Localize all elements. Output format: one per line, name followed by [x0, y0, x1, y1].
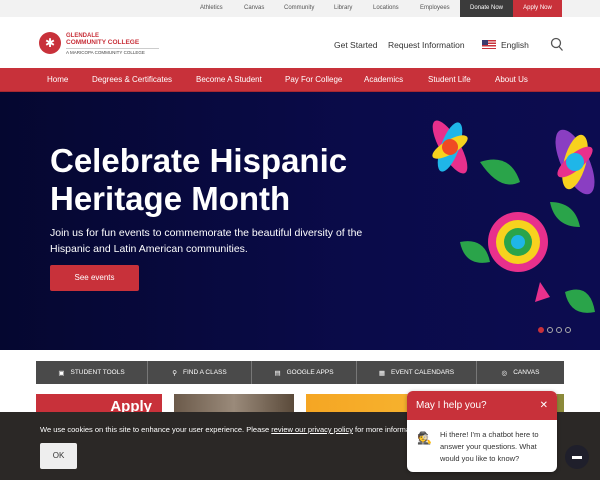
nav-become-student[interactable]: Become A Student [196, 68, 262, 92]
quick-links-bar: ▣ STUDENT TOOLS ⚲ FIND A CLASS ▤ GOOGLE APP… [36, 361, 564, 384]
palm-logo-icon[interactable]: ✱ [39, 32, 61, 54]
privacy-policy-link[interactable]: review our privacy policy [271, 425, 353, 434]
slide-dot-2[interactable] [547, 327, 553, 333]
quick-link-label: STUDENT TOOLS [70, 369, 125, 376]
calendar-icon: ▦ [378, 369, 386, 377]
quick-link-google-apps[interactable]: ▤ GOOGLE APPS [252, 361, 357, 384]
nav-degrees[interactable]: Degrees & Certificates [92, 68, 172, 92]
search-icon: ⚲ [172, 369, 178, 377]
search-icon[interactable] [550, 37, 564, 52]
chat-widget: May I help you? ✕ 🕵 Hi there! I'm a chatb… [407, 391, 557, 472]
quick-link-label: FIND A CLASS [183, 369, 227, 376]
nav-academics[interactable]: Academics [364, 68, 403, 92]
apply-card[interactable]: Apply [36, 394, 162, 414]
quick-link-find-class[interactable]: ⚲ FIND A CLASS [148, 361, 252, 384]
main-nav: Home Degrees & Certificates Become A Stu… [0, 68, 600, 92]
utility-link-community[interactable]: Community [284, 0, 314, 17]
quick-link-label: CANVAS [513, 369, 540, 376]
quick-link-label: EVENT CALENDARS [391, 369, 455, 376]
utility-bar: Athletics Canvas Community Library Locat… [0, 0, 600, 17]
see-events-button[interactable]: See events [50, 265, 139, 291]
utility-link-employees[interactable]: Employees [420, 0, 450, 17]
logo-line2: COMMUNITY COLLEGE [66, 39, 140, 46]
language-selector[interactable]: English [501, 40, 529, 50]
quick-link-label: GOOGLE APPS [286, 369, 334, 376]
google-apps-icon: ▤ [274, 369, 281, 377]
chatbot-avatar-icon: 🕵 [417, 431, 432, 445]
utility-link-canvas[interactable]: Canvas [244, 0, 264, 17]
cookie-message: We use cookies on this site to enhance y… [40, 425, 411, 434]
hero-banner [0, 92, 600, 350]
quick-link-canvas[interactable]: ◎ CANVAS [477, 361, 564, 384]
nav-pay-for-college[interactable]: Pay For College [285, 68, 342, 92]
apply-now-button[interactable]: Apply Now [513, 0, 562, 17]
nav-student-life[interactable]: Student Life [428, 68, 471, 92]
chat-message: Hi there! I'm a chatbot here to answer y… [440, 430, 539, 463]
slide-dot-4[interactable] [565, 327, 571, 333]
nav-home[interactable]: Home [47, 68, 68, 92]
request-info-link[interactable]: Request Information [388, 40, 465, 50]
logo-line3: A MARICOPA COMMUNITY COLLEGE [66, 48, 159, 55]
papel-picado-flowers-image [432, 120, 595, 313]
us-flag-icon [482, 40, 496, 49]
students-photo-card[interactable] [174, 394, 294, 414]
donate-now-button[interactable]: Donate Now [460, 0, 513, 17]
cookie-ok-button[interactable]: OK [40, 443, 77, 469]
chat-bubble-icon[interactable]: ▬ [565, 445, 589, 469]
quick-link-student-tools[interactable]: ▣ STUDENT TOOLS [36, 361, 148, 384]
hero-subtitle: Join us for fun events to commemorate th… [50, 227, 363, 255]
close-icon[interactable]: ✕ [540, 400, 548, 411]
utility-link-library[interactable]: Library [334, 0, 352, 17]
canvas-icon: ◎ [501, 369, 508, 377]
nav-about-us[interactable]: About Us [495, 68, 528, 92]
utility-link-athletics[interactable]: Athletics [200, 0, 223, 17]
slide-dot-3[interactable] [556, 327, 562, 333]
utility-link-locations[interactable]: Locations [373, 0, 399, 17]
chat-title: May I help you? [416, 400, 487, 411]
hero-title: Celebrate Hispanic Heritage Month [50, 142, 348, 217]
slide-dot-1[interactable] [538, 327, 544, 333]
id-card-icon: ▣ [58, 369, 65, 377]
get-started-link[interactable]: Get Started [334, 40, 377, 50]
quick-link-event-calendars[interactable]: ▦ EVENT CALENDARS [357, 361, 477, 384]
